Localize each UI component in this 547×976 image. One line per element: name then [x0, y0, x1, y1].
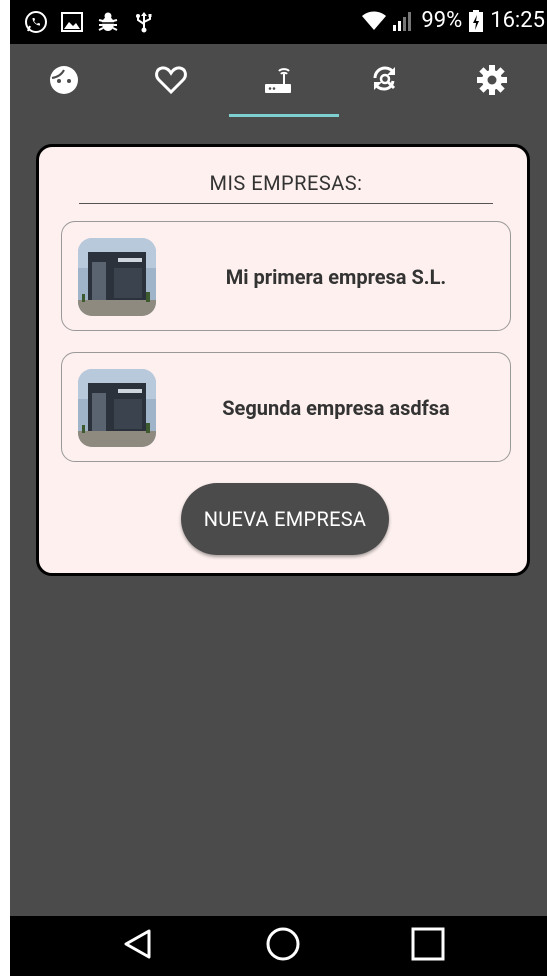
tab-favorites[interactable] [117, 44, 224, 120]
company-item-1[interactable]: Mi primera empresa S.L. [61, 221, 511, 331]
tab-profile[interactable] [10, 44, 117, 120]
bug-icon [96, 10, 120, 34]
home-button[interactable] [243, 916, 323, 976]
top-navigation [10, 44, 547, 120]
router-icon [262, 64, 294, 100]
image-icon [60, 10, 84, 34]
card-title: MIS EMPRESAS: [209, 171, 363, 195]
signal-icon [391, 9, 415, 33]
new-company-button[interactable]: NUEVA EMPRESA [181, 483, 389, 555]
tab-router[interactable] [224, 44, 331, 120]
back-button[interactable] [98, 916, 178, 976]
system-navigation-bar [10, 916, 547, 976]
active-tab-indicator [229, 114, 339, 117]
sync-search-icon [369, 64, 401, 100]
clock: 16:25 [490, 8, 545, 33]
face-icon [48, 64, 80, 100]
company-thumbnail [78, 369, 156, 447]
companies-card: MIS EMPRESAS: Mi primera empresa S.L. Se… [36, 144, 530, 576]
company-name: Mi primera empresa S.L. [225, 265, 447, 289]
title-divider [79, 203, 493, 204]
heart-icon [154, 65, 187, 99]
back-icon [121, 927, 155, 965]
battery-icon [468, 9, 484, 33]
gear-icon [476, 64, 508, 100]
usb-icon [132, 10, 156, 34]
tab-settings[interactable] [438, 44, 545, 120]
whatsapp-icon [24, 10, 48, 34]
recents-icon [411, 927, 445, 965]
home-icon [265, 926, 301, 966]
recents-button[interactable] [388, 916, 468, 976]
app-screen: 99% 16:25 MIS EMPRESAS: Mi primera empre… [10, 0, 547, 976]
company-thumbnail [78, 238, 156, 316]
tab-sync-search[interactable] [331, 44, 438, 120]
company-name: Segunda empresa asdfsa [222, 396, 450, 420]
wifi-icon [361, 9, 387, 33]
company-item-2[interactable]: Segunda empresa asdfsa [61, 352, 511, 462]
battery-percent: 99% [421, 8, 463, 33]
status-bar: 99% 16:25 [10, 0, 547, 44]
